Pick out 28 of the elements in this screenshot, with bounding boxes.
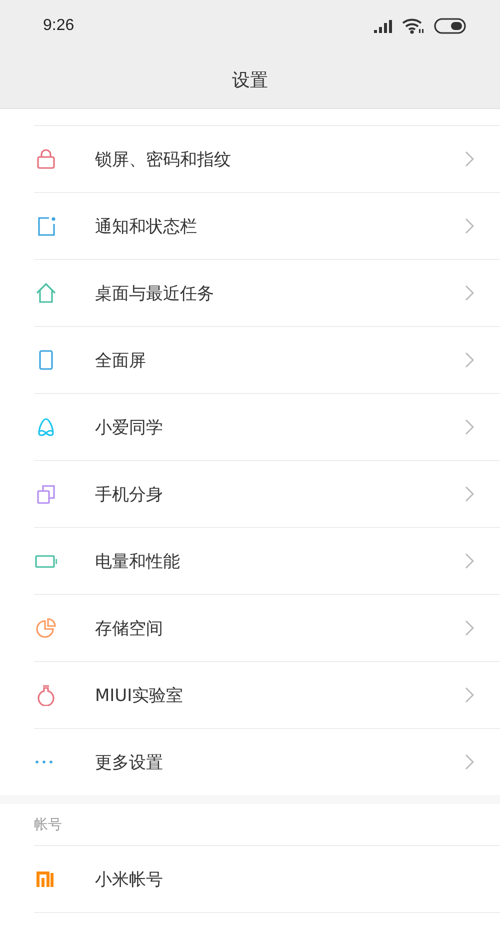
settings-item[interactable]: 手机分身: [34, 460, 500, 527]
battery-icon: [434, 18, 466, 34]
settings-item[interactable]: 锁屏、密码和指纹: [34, 125, 500, 192]
item-label: MIUI实验室: [95, 684, 184, 706]
settings-item[interactable]: 电量和性能: [34, 527, 500, 594]
page-title: 设置: [232, 69, 268, 92]
settings-item[interactable]: 小米帐号: [34, 845, 500, 913]
settings-item[interactable]: 更多设置: [34, 728, 500, 795]
item-label: 电量和性能: [95, 550, 181, 572]
settings-item[interactable]: MIUI实验室: [34, 661, 500, 728]
signal-icon: [374, 20, 392, 32]
settings-item[interactable]: 存储空间: [34, 594, 500, 661]
item-label: 存储空间: [95, 618, 164, 640]
item-label: 手机分身: [95, 484, 164, 506]
item-label: 通知和状态栏: [95, 216, 198, 238]
settings-item[interactable]: 通知和状态栏: [34, 192, 500, 259]
status-time: 9:26: [43, 17, 74, 35]
wifi-icon: [402, 18, 424, 34]
item-label: 更多设置: [95, 752, 164, 774]
settings-item[interactable]: 桌面与最近任务: [34, 259, 500, 326]
item-label: 桌面与最近任务: [95, 282, 215, 304]
settings-item[interactable]: 小爱同学: [34, 393, 500, 460]
section-header: 帐号: [33, 816, 63, 834]
item-label: 全面屏: [95, 350, 147, 372]
item-label: 小爱同学: [95, 416, 164, 438]
settings-item[interactable]: 全面屏: [34, 326, 500, 393]
item-label: 锁屏、密码和指纹: [95, 148, 232, 170]
item-label: 小米帐号: [95, 868, 164, 890]
